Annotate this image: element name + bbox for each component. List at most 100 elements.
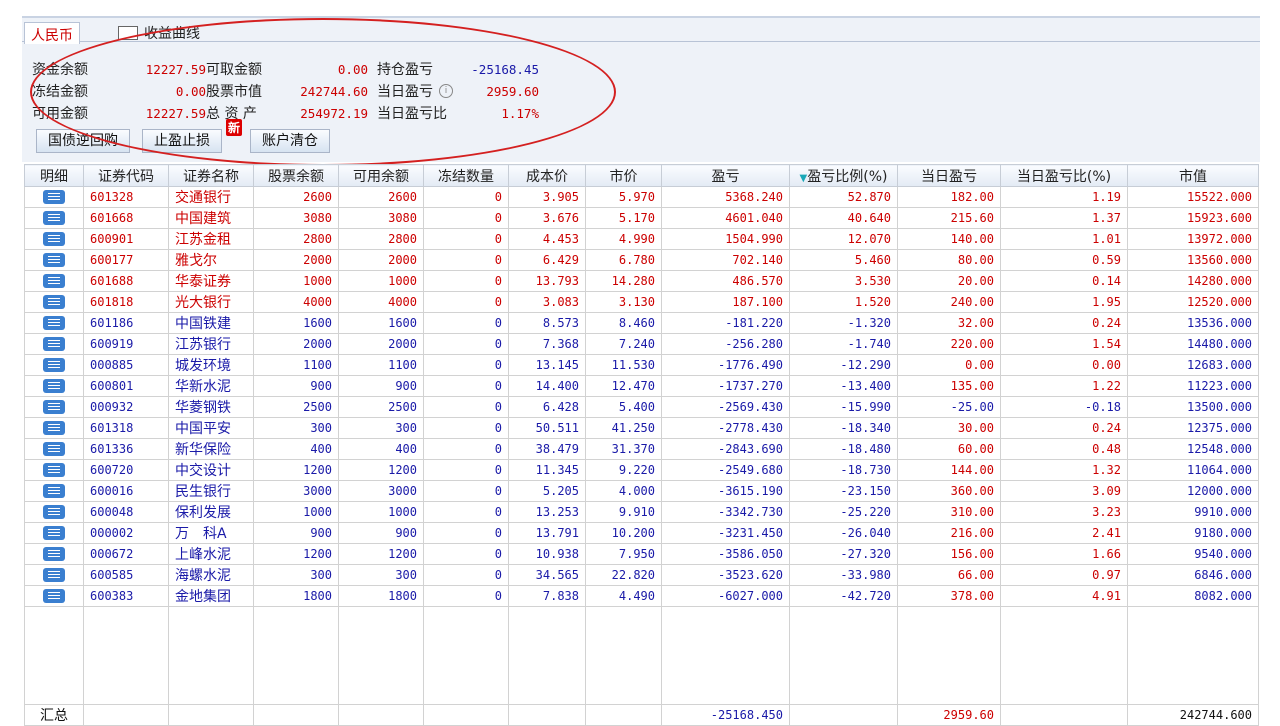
code-cell: 600720 [83,459,169,481]
code-cell: 000932 [83,396,169,418]
table-row[interactable]: 600383 金地集团 1800 1800 0 7.838 4.490 -6027.000 -4… [24,585,1259,607]
table-row[interactable]: 600901 江苏金租 2800 2800 0 4.453 4.990 1504.990 12.… [24,228,1259,250]
detail-list-icon[interactable] [43,274,65,289]
detail-cell [24,480,84,502]
available-balance-cell: 1600 [338,312,424,334]
detail-cell [24,543,84,565]
column-header-label: 证券名称 [183,168,239,185]
available-balance-cell: 300 [338,417,424,439]
table-row[interactable]: 601818 光大银行 4000 4000 0 3.083 3.130 187.100 1.52… [24,291,1259,313]
table-row[interactable]: 600801 华新水泥 900 900 0 14.400 12.470 -1737.270 -1… [24,375,1259,397]
day-pnl-ratio-label: 当日盈亏比 [377,106,447,122]
column-header[interactable]: 市值 [1127,164,1259,187]
detail-list-icon[interactable] [43,358,65,373]
table-row[interactable]: 600919 江苏银行 2000 2000 0 7.368 7.240 -256.280 -1.… [24,333,1259,355]
detail-list-icon[interactable] [43,190,65,205]
detail-list-icon[interactable] [43,232,65,247]
frozen-qty-cell: 0 [423,333,509,355]
info-icon[interactable]: i [439,84,453,98]
frozen-qty-cell: 0 [423,291,509,313]
pnl-cell: 1504.990 [661,228,790,250]
table-row[interactable]: 600048 保利发展 1000 1000 0 13.253 9.910 -3342.730-… [24,501,1259,523]
detail-list-icon[interactable] [43,421,65,436]
name-cell: 万 科A [168,522,254,544]
detail-list-icon[interactable] [43,463,65,478]
table-row[interactable]: 600177 雅戈尔 2000 2000 0 6.429 6.780 702.140 5.460… [24,249,1259,271]
table-row[interactable]: 601688 华泰证券 1000 1000 0 13.793 14.280 486.570 3.… [24,270,1259,292]
column-header[interactable]: 证券代码 [83,164,169,187]
code-cell: 600585 [83,564,169,586]
detail-list-icon[interactable] [43,547,65,562]
table-row[interactable]: 000002 万 科A 900 900 0 13.791 10.200 -3231.450 -2… [24,522,1259,544]
detail-list-icon[interactable] [43,568,65,583]
pnl-ratio-cell: -18.730 [789,459,898,481]
name-cell: 华泰证券 [168,270,254,292]
detail-list-icon[interactable] [43,253,65,268]
available-value: 12227.59 [145,106,206,121]
tab-profit-curve[interactable]: 收益曲线 [112,22,206,44]
empty-cell [83,606,169,705]
table-row[interactable]: 600585 海螺水泥 300 300 0 34.565 22.820 -3523.620 -3… [24,564,1259,586]
detail-list-icon[interactable] [43,442,65,457]
column-header[interactable]: 可用余额 [338,164,424,187]
code-cell: 601688 [83,270,169,292]
frozen-qty-cell: 0 [423,480,509,502]
reverse-repo-button[interactable]: 国债逆回购 [36,129,130,153]
column-header-label: 市价 [609,168,638,185]
detail-list-icon[interactable] [43,589,65,604]
pnl-ratio-cell: -27.320 [789,543,898,565]
market-value-cell: 11064.000 [1127,459,1259,481]
column-header[interactable]: ▼盈亏比例(%) [789,164,898,187]
market-price-cell: 12.470 [585,375,662,397]
detail-list-icon[interactable] [43,379,65,394]
column-header-label: 成本价 [526,168,568,185]
stop-profit-loss-button[interactable]: 止盈止损 [142,129,222,153]
table-row[interactable]: 600720 中交设计 1200 1200 0 11.345 9.220 -2549.680-… [24,459,1259,481]
tab-rmb[interactable]: 人民币 [24,22,80,44]
detail-list-icon[interactable] [43,484,65,499]
pnl-cell: 702.140 [661,249,790,271]
table-row[interactable]: 600016 民生银行 3000 3000 0 5.205 4.000 -3615.190 -2… [24,480,1259,502]
column-header[interactable]: 当日盈亏 [897,164,1001,187]
column-header[interactable]: 证券名称 [168,164,254,187]
column-header[interactable]: 当日盈亏比(%) [1000,164,1128,187]
detail-list-icon[interactable] [43,316,65,331]
cost-price-cell: 13.253 [508,501,586,523]
detail-list-icon[interactable] [43,400,65,415]
column-header[interactable]: 成本价 [508,164,586,187]
frozen-label: 冻结金额 [32,84,88,100]
pnl-cell: -3342.730 [661,501,790,523]
day-pnl-ratio-cell: 1.66 [1000,543,1128,565]
code-cell: 601668 [83,207,169,229]
table-row[interactable]: 601318 中国平安 300 300 0 50.511 41.250 -2778.430 -1… [24,417,1259,439]
table-row[interactable]: 000885 城发环境 1100 1100 0 13.145 11.530 -1776.490… [24,354,1259,376]
column-header[interactable]: 明细 [24,164,84,187]
table-row[interactable]: 601328 交通银行 2600 2600 0 3.905 5.970 5368.240 52.… [24,186,1259,208]
table-row[interactable]: 601336 新华保险 400 400 0 38.479 31.370 -2843.690 -1… [24,438,1259,460]
frozen-qty-cell: 0 [423,354,509,376]
day-pnl-ratio-cell: 1.32 [1000,459,1128,481]
column-header[interactable]: 市价 [585,164,662,187]
table-row[interactable]: 000672 上峰水泥 1200 1200 0 10.938 7.950 -3586.050-… [24,543,1259,565]
clear-account-button[interactable]: 账户清仓 [250,129,330,153]
detail-list-icon[interactable] [43,526,65,541]
detail-list-icon[interactable] [43,337,65,352]
detail-list-icon[interactable] [43,211,65,226]
column-header[interactable]: 股票余额 [253,164,339,187]
code-cell: 600801 [83,375,169,397]
day-pnl-ratio-cell: 0.48 [1000,438,1128,460]
stock-balance-cell: 1200 [253,459,339,481]
detail-list-icon[interactable] [43,505,65,520]
code-cell: 600048 [83,501,169,523]
pnl-cell: -3523.620 [661,564,790,586]
table-row[interactable]: 000932 华菱钢铁 2500 2500 0 6.428 5.400 -2569.430 -1… [24,396,1259,418]
table-row[interactable]: 601186 中国铁建 1600 1600 0 8.573 8.460 -181.220 -1.… [24,312,1259,334]
available-balance-cell: 300 [338,564,424,586]
column-header[interactable]: 盈亏 [661,164,790,187]
empty-cell [1000,606,1128,705]
day-pnl-ratio-cell: 0.24 [1000,312,1128,334]
table-row[interactable]: 601668 中国建筑 3080 3080 0 3.676 5.170 4601.040 40.… [24,207,1259,229]
market-value-cell: 6846.000 [1127,564,1259,586]
detail-list-icon[interactable] [43,295,65,310]
column-header[interactable]: 冻结数量 [423,164,509,187]
